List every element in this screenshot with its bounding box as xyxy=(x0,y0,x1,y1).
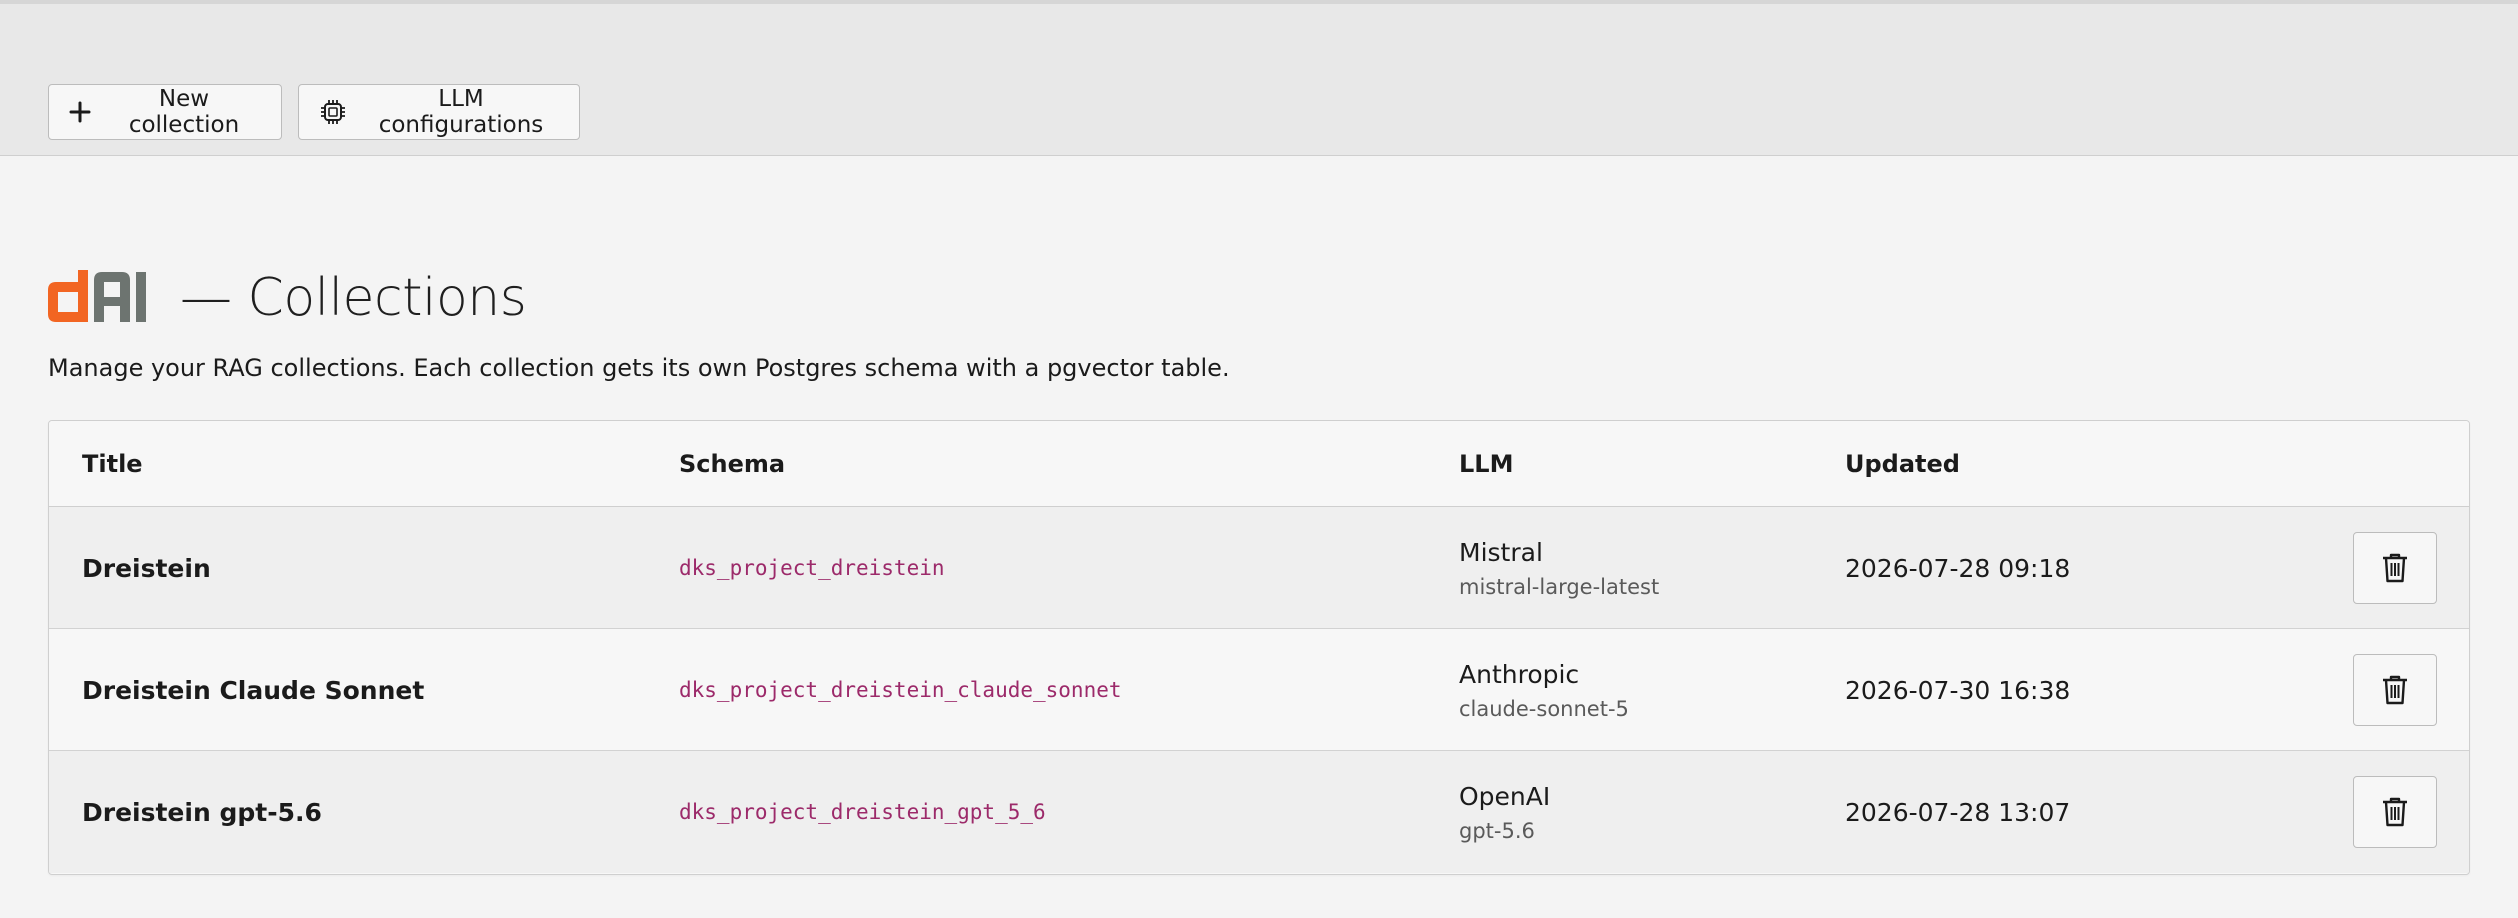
collection-schema: dks_project_dreistein_gpt_5_6 xyxy=(679,800,1046,824)
llm-configurations-button[interactable]: LLM configurations xyxy=(298,84,580,140)
delete-button[interactable] xyxy=(2353,776,2437,848)
table-row[interactable]: Dreistein dks_project_dreistein Mistral … xyxy=(49,507,2469,629)
collection-updated: 2026-07-30 16:38 xyxy=(1845,675,2071,705)
table-header: Title Schema LLM Updated xyxy=(49,421,2469,507)
llm-provider: OpenAI xyxy=(1459,781,1551,811)
llm-model: claude-sonnet-5 xyxy=(1459,696,1629,721)
delete-button[interactable] xyxy=(2353,654,2437,726)
collection-updated: 2026-07-28 13:07 xyxy=(1845,797,2071,827)
delete-button[interactable] xyxy=(2353,532,2437,604)
collection-title[interactable]: Dreistein gpt-5.6 xyxy=(82,751,322,873)
llm-model: mistral-large-latest xyxy=(1459,574,1660,599)
collection-updated: 2026-07-28 09:18 xyxy=(1845,553,2071,583)
llm-provider: Mistral xyxy=(1459,537,1543,567)
collection-schema: dks_project_dreistein xyxy=(679,556,945,580)
collections-table: Title Schema LLM Updated Dreistein dks_p… xyxy=(48,420,2470,875)
page-heading: — Collections xyxy=(48,268,527,328)
new-collection-label: New collection xyxy=(128,86,240,138)
column-header-title: Title xyxy=(82,450,143,478)
llm-model: gpt-5.6 xyxy=(1459,818,1535,843)
new-collection-button[interactable]: New collection xyxy=(48,84,282,140)
top-toolbar: New collection LLM configurations xyxy=(0,0,2518,156)
dai-logo xyxy=(48,270,146,322)
page-title: — Collections xyxy=(180,268,527,328)
table-row[interactable]: Dreistein Claude Sonnet dks_project_drei… xyxy=(49,629,2469,751)
llm-provider: Anthropic xyxy=(1459,659,1580,689)
collection-llm: Mistral mistral-large-latest xyxy=(1459,507,1659,629)
collection-llm: Anthropic claude-sonnet-5 xyxy=(1459,629,1629,751)
column-header-llm: LLM xyxy=(1459,450,1514,478)
collection-schema: dks_project_dreistein_claude_sonnet xyxy=(679,678,1122,702)
plus-icon xyxy=(69,101,91,123)
trash-icon xyxy=(2383,797,2407,827)
trash-icon xyxy=(2383,675,2407,705)
llm-configurations-label: LLM configurations xyxy=(378,86,544,138)
table-row[interactable]: Dreistein gpt-5.6 dks_project_dreistein_… xyxy=(49,751,2469,873)
collection-title[interactable]: Dreistein Claude Sonnet xyxy=(82,629,424,751)
collection-llm: OpenAI gpt-5.6 xyxy=(1459,751,1550,873)
trash-icon xyxy=(2383,553,2407,583)
column-header-schema: Schema xyxy=(679,450,786,478)
collection-title[interactable]: Dreistein xyxy=(82,507,211,629)
column-header-updated: Updated xyxy=(1845,450,1960,478)
chip-icon xyxy=(321,100,345,124)
page-description: Manage your RAG collections. Each collec… xyxy=(48,354,1230,382)
